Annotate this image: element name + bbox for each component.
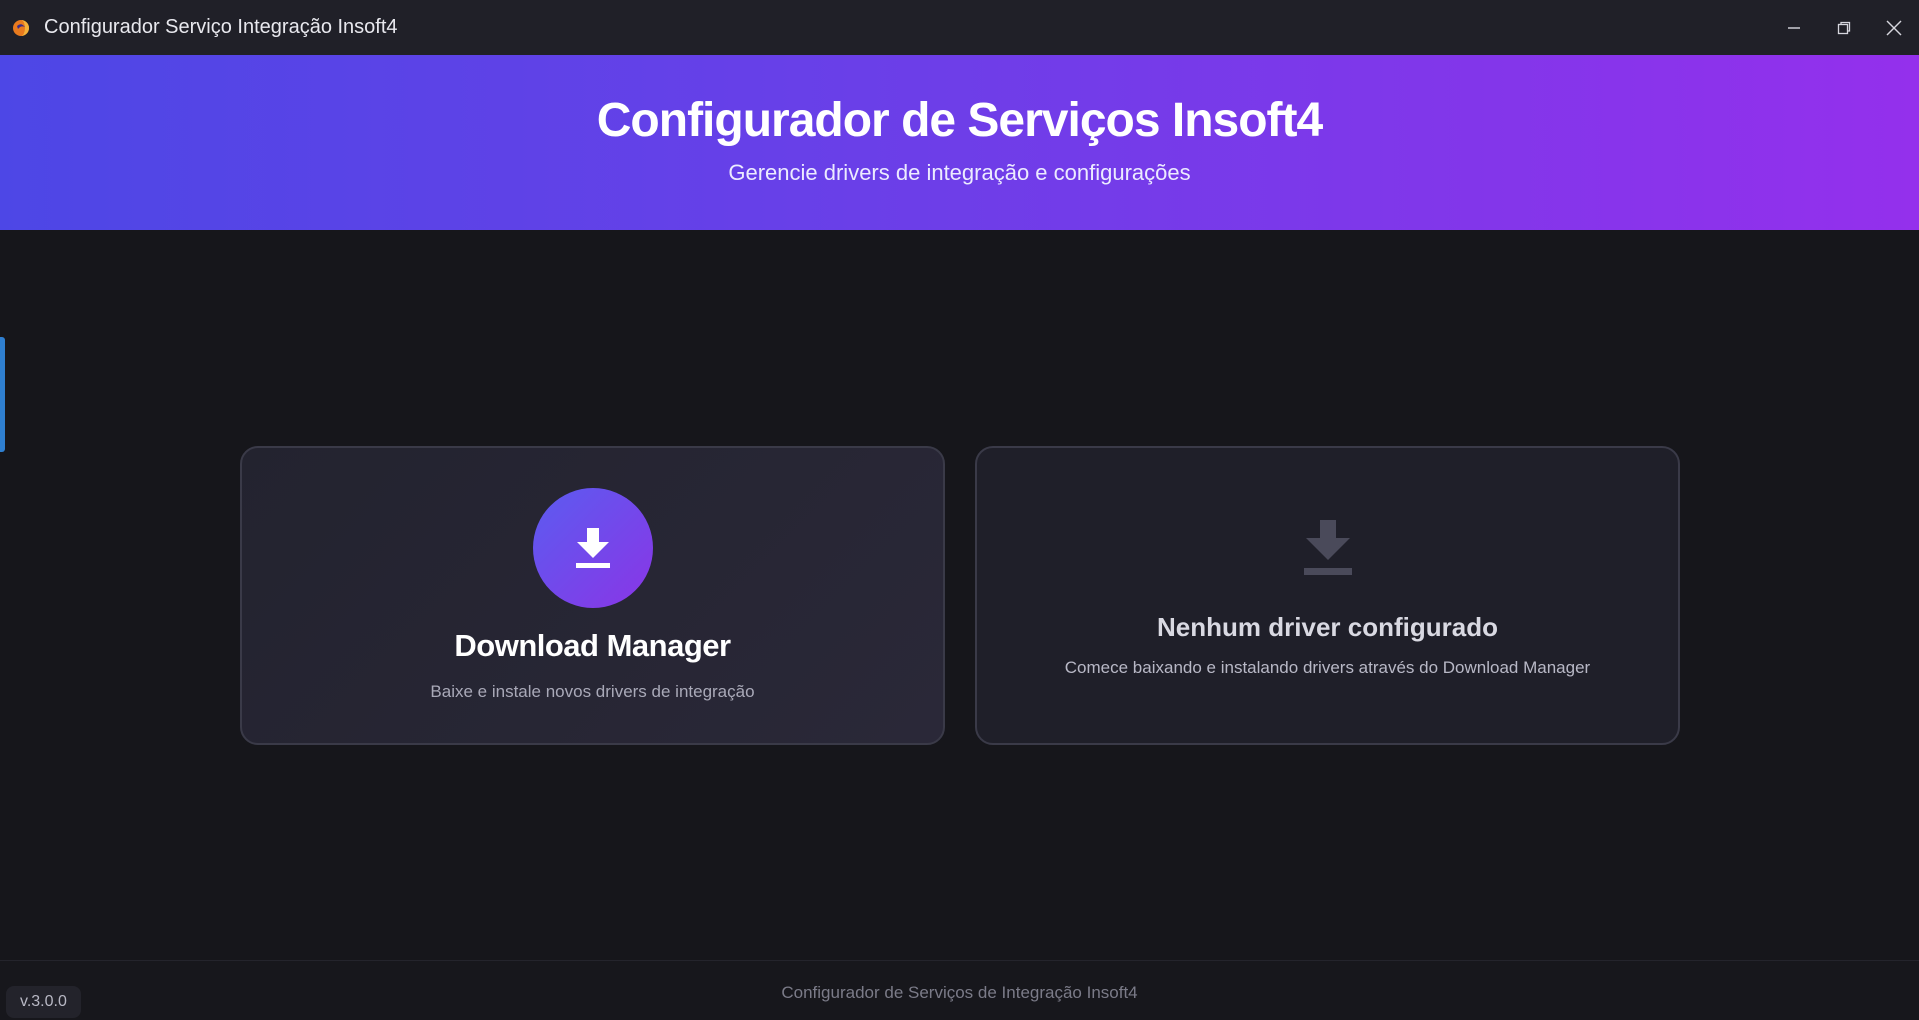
empty-drivers-title: Nenhum driver configurado [1157,612,1498,642]
restore-icon [1837,21,1851,34]
download-icon-circle [533,488,653,608]
page-subtitle: Gerencie drivers de integração e configu… [728,160,1191,185]
minimize-button[interactable] [1769,0,1819,55]
app-window: Configurador Serviço Integração Insoft4 [0,0,1919,1020]
empty-drivers-description: Comece baixando e instalando drivers atr… [1064,658,1591,677]
title-bar[interactable]: Configurador Serviço Integração Insoft4 [0,0,1919,55]
header-banner: Configurador de Serviços Insoft4 Gerenci… [0,55,1919,230]
footer-text: Configurador de Serviços de Integração I… [781,983,1138,1002]
version-badge: v.3.0.0 [6,986,81,1018]
page-title: Configurador de Serviços Insoft4 [596,94,1323,147]
minimize-icon [1788,26,1800,29]
footer: Configurador de Serviços de Integração I… [0,960,1919,1020]
download-manager-title: Download Manager [454,628,731,663]
app-logo-icon [10,17,32,39]
restore-button[interactable] [1819,0,1869,55]
close-button[interactable] [1869,0,1919,55]
download-icon [576,528,610,568]
download-icon [1300,518,1356,578]
download-manager-description: Baixe e instale novos drivers de integra… [430,682,755,701]
window-title: Configurador Serviço Integração Insoft4 [44,16,398,38]
window-controls [1769,0,1919,55]
close-icon [1886,20,1902,35]
download-manager-card[interactable]: Download Manager Baixe e instale novos d… [240,446,945,745]
side-panel-handle[interactable] [0,337,5,452]
empty-drivers-card: Nenhum driver configurado Comece baixand… [975,446,1680,745]
